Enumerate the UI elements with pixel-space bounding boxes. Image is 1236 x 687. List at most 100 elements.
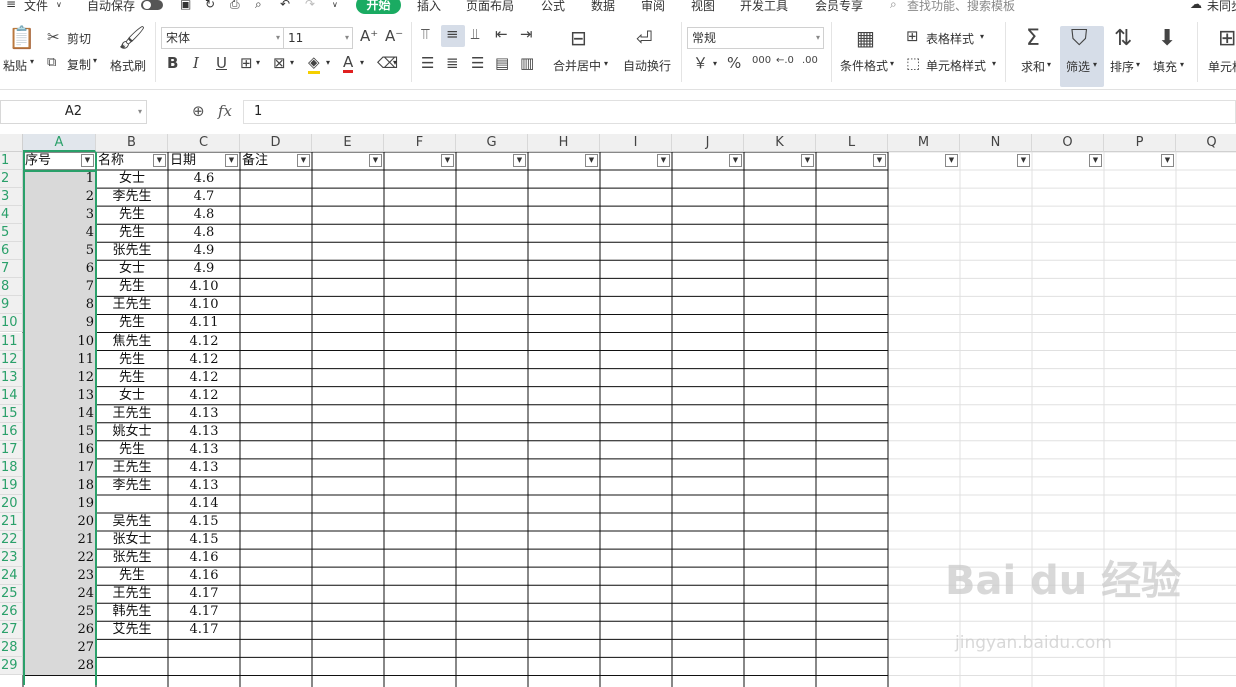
underline-icon[interactable]: U [216, 56, 227, 71]
font-name-select[interactable]: 宋体 ▾ [161, 27, 284, 49]
filter-dropdown-button[interactable]: ▼ [297, 154, 310, 167]
row-header[interactable]: 10 [0, 314, 23, 333]
border-dropdown-icon[interactable]: ▾ [256, 58, 260, 67]
save-icon[interactable]: ▣ [180, 0, 191, 11]
row-header[interactable]: 20 [0, 494, 23, 513]
merge-center-button[interactable]: 合并居中 [553, 57, 601, 74]
cell-a[interactable]: 14 [23, 405, 96, 423]
cell-c[interactable]: 4.16 [168, 567, 240, 585]
column-header-b[interactable]: B [96, 134, 168, 152]
undo-icon[interactable]: ↶ [280, 0, 290, 11]
header-cell-a[interactable]: 序号 [24, 152, 81, 170]
header-cell-b[interactable]: 名称 [97, 152, 153, 170]
cell-b[interactable]: 李先生 [96, 477, 168, 495]
filter-dropdown-button[interactable]: ▼ [1017, 154, 1030, 167]
cell-a[interactable]: 22 [23, 549, 96, 567]
column-header-q[interactable]: Q [1176, 134, 1236, 152]
cell-a[interactable]: 1 [23, 170, 96, 188]
cell-a[interactable]: 28 [23, 657, 96, 675]
cell-c[interactable]: 4.9 [168, 260, 240, 278]
filter-dropdown-button[interactable]: ▼ [513, 154, 526, 167]
row-header[interactable]: 14 [0, 386, 23, 405]
cell-b[interactable]: 先生 [96, 567, 168, 585]
justify-icon[interactable]: ▤ [495, 56, 509, 71]
search-icon[interactable]: ⌕ [890, 0, 897, 12]
conditional-format-button[interactable]: 条件格式 [840, 57, 888, 74]
tab-member[interactable]: 会员专享 [815, 0, 863, 14]
file-menu[interactable]: 文件 [24, 0, 48, 14]
cell-c[interactable]: 4.17 [168, 603, 240, 621]
format-painter-icon[interactable]: 🖌 [118, 28, 146, 50]
italic-icon[interactable]: I [193, 56, 199, 71]
row-header[interactable]: 18 [0, 458, 23, 477]
cell-a[interactable]: 26 [23, 621, 96, 639]
filter-dropdown-button[interactable]: ▼ [81, 154, 94, 167]
cell-c[interactable]: 4.14 [168, 495, 240, 513]
filter-dropdown-button[interactable]: ▼ [873, 154, 886, 167]
row-header[interactable]: 19 [0, 476, 23, 495]
filter-dropdown-button[interactable]: ▼ [657, 154, 670, 167]
sort-icon[interactable]: ⇅ [1114, 28, 1132, 50]
fill-button[interactable]: 填充 [1153, 58, 1177, 75]
cell-b[interactable] [96, 495, 168, 513]
cell-style-icon[interactable]: ⬚ [906, 56, 920, 71]
number-format-select[interactable]: 常规 ▾ [687, 27, 824, 49]
conditional-format-dropdown-icon[interactable]: ▾ [890, 59, 894, 68]
copy-icon[interactable]: ⧉ [47, 56, 56, 69]
filter-dropdown-button[interactable]: ▼ [1161, 154, 1174, 167]
sum-icon[interactable]: Σ [1026, 28, 1040, 50]
cell-b[interactable]: 张女士 [96, 531, 168, 549]
align-left-icon[interactable]: ☰ [421, 56, 434, 71]
row-header[interactable]: 2 [0, 170, 23, 189]
row-header[interactable]: 25 [0, 585, 23, 604]
column-header-l[interactable]: L [816, 134, 888, 152]
column-header-i[interactable]: I [600, 134, 672, 152]
copy-button[interactable]: 复制 [67, 56, 91, 73]
row-header[interactable]: 28 [0, 639, 23, 658]
cell-a[interactable]: 17 [23, 459, 96, 477]
format-painter-button[interactable]: 格式刷 [110, 57, 146, 74]
print-preview-icon[interactable]: ⌕ [255, 0, 262, 12]
cell-c[interactable]: 4.11 [168, 314, 240, 332]
copy-dropdown-icon[interactable]: ▾ [93, 56, 97, 65]
tab-data[interactable]: 数据 [591, 0, 615, 14]
sync-status[interactable]: 未同步 [1207, 0, 1236, 14]
filter-icon[interactable]: ⛉ [1071, 28, 1088, 50]
zoom-formula-icon[interactable]: ⊕ [192, 102, 205, 120]
row-header[interactable]: 7 [0, 260, 23, 279]
cell-b[interactable]: 张先生 [96, 549, 168, 567]
sort-dropdown-icon[interactable]: ▾ [1136, 60, 1140, 69]
column-header-f[interactable]: F [384, 134, 456, 152]
cell-a[interactable]: 8 [23, 296, 96, 314]
increase-font-icon[interactable]: A⁺ [360, 29, 378, 44]
distributed-icon[interactable]: ▥ [520, 56, 534, 71]
row-header[interactable]: 11 [0, 332, 23, 351]
column-header-p[interactable]: P [1104, 134, 1176, 152]
indent-decrease-icon[interactable]: ⇤ [495, 27, 508, 42]
filter-dropdown-button[interactable]: ▼ [585, 154, 598, 167]
cell-icon[interactable]: ⊞ [1218, 28, 1236, 50]
pattern-dropdown-icon[interactable]: ▾ [290, 58, 294, 67]
cell-style-dropdown-icon[interactable]: ▾ [992, 59, 996, 68]
feature-search[interactable]: 查找功能、搜索模板 [907, 0, 1015, 14]
row-header[interactable]: 24 [0, 567, 23, 586]
cell-a[interactable]: 12 [23, 369, 96, 387]
column-header-j[interactable]: J [672, 134, 744, 152]
cell-a[interactable]: 10 [23, 333, 96, 351]
column-header-g[interactable]: G [456, 134, 528, 152]
sum-button[interactable]: 求和 [1021, 58, 1045, 75]
cell-a[interactable]: 16 [23, 441, 96, 459]
tab-home[interactable]: 开始 [356, 0, 401, 14]
cell-a[interactable]: 25 [23, 603, 96, 621]
sum-dropdown-icon[interactable]: ▾ [1047, 60, 1051, 69]
cell-style-button[interactable]: 单元格样式 [926, 57, 986, 74]
cell-b[interactable]: 先生 [96, 314, 168, 332]
cell-c[interactable]: 4.15 [168, 513, 240, 531]
cell-b[interactable]: 先生 [96, 369, 168, 387]
cell-fill-pattern-icon[interactable]: ⊠ [273, 56, 286, 71]
filter-dropdown-button[interactable]: ▼ [945, 154, 958, 167]
tab-insert[interactable]: 插入 [417, 0, 441, 14]
cell-c[interactable]: 4.6 [168, 170, 240, 188]
fill-color-dropdown-icon[interactable]: ▾ [326, 58, 330, 67]
currency-dropdown-icon[interactable]: ▾ [713, 59, 717, 68]
